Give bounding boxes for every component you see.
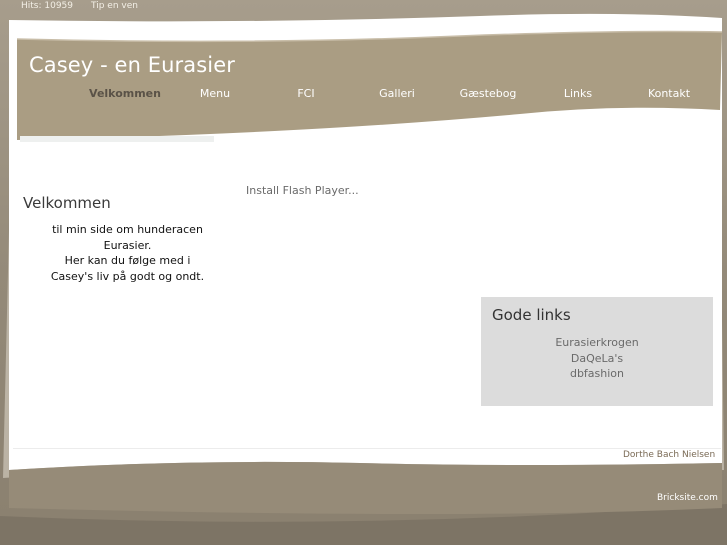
welcome-heading: Velkommen <box>23 194 111 212</box>
bricksite-link[interactable]: Bricksite.com <box>657 493 718 503</box>
welcome-line: til min side om hunderacen <box>52 223 203 236</box>
link-dbfashion[interactable]: dbfashion <box>481 366 713 382</box>
welcome-line: Eurasier. <box>103 238 152 252</box>
welcome-text: til min side om hunderacen Eurasier. Her… <box>40 222 215 284</box>
site-title: Casey - en Eurasier <box>29 53 235 77</box>
good-links-box: Gode links Eurasierkrogen DaQeLa's dbfas… <box>481 297 713 406</box>
link-eurasierkrogen[interactable]: Eurasierkrogen <box>481 335 713 351</box>
top-bar: Hits: 10959 Tip en ven <box>21 1 156 11</box>
tip-a-friend-link[interactable]: Tip en ven <box>91 1 138 11</box>
welcome-line: Her kan du følge med i <box>64 254 191 267</box>
decorative-strip <box>20 136 214 142</box>
flash-placeholder[interactable]: Install Flash Player... <box>246 184 359 197</box>
good-links-heading: Gode links <box>492 306 571 324</box>
footer-divider <box>13 448 721 449</box>
welcome-line: Casey's liv på godt og ondt. <box>50 269 205 283</box>
good-links-list: Eurasierkrogen DaQeLa's dbfashion <box>481 335 713 382</box>
footer-author: Dorthe Bach Nielsen <box>623 450 716 460</box>
hit-counter: Hits: 10959 <box>21 1 74 11</box>
link-daqelas[interactable]: DaQeLa's <box>481 351 713 367</box>
main-navigation: Velkommen Menu FCI Galleri Gæstebog Link… <box>60 87 727 103</box>
nav-item-kontakt[interactable]: Kontakt <box>604 87 727 100</box>
